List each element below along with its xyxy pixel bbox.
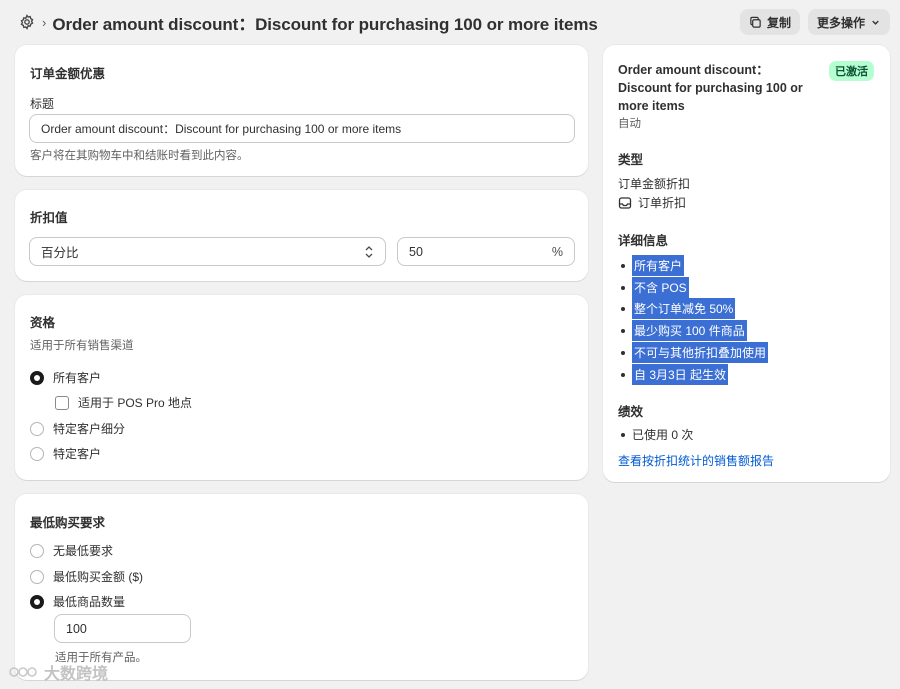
eligibility-heading: 资格 — [30, 316, 56, 330]
detail-item: 不含 POS — [618, 277, 689, 298]
pos-pro-checkbox-row[interactable]: 适用于 POS Pro 地点 — [55, 394, 192, 411]
title-field-label: 标题 — [30, 97, 55, 111]
settings-gear-icon[interactable] — [18, 13, 36, 31]
min-option-amount[interactable]: 最低购买金额 ($) — [30, 568, 143, 585]
order-discount-icon — [618, 196, 632, 209]
discount-value-card: 折扣值 百分比 50 % — [15, 190, 588, 281]
radio-unselected[interactable] — [30, 421, 44, 436]
option-label: 最低购买金额 ($) — [53, 570, 144, 584]
copy-button-label: 复制 — [766, 15, 791, 30]
title-card: 订单金额优惠 标题 Order amount discount：Discount… — [15, 45, 588, 176]
title-help-text: 客户将在其购物车中和结账时看到此内容。 — [30, 150, 249, 162]
performance-heading: 绩效 — [618, 405, 644, 419]
usage-item: 已使用 0 次 — [618, 426, 693, 443]
radio-unselected[interactable] — [30, 569, 44, 584]
percent-suffix: % — [551, 244, 563, 259]
option-label: 所有客户 — [53, 371, 102, 385]
min-quantity-value: 100 — [66, 621, 87, 636]
detail-item: 不可与其他折扣叠加使用 — [618, 342, 769, 363]
sales-report-link[interactable]: 查看按折扣统计的销售额报告 — [618, 452, 774, 469]
details-heading: 详细信息 — [618, 234, 669, 248]
detail-text: 不含 POS — [632, 277, 689, 298]
option-label: 最低商品数量 — [53, 595, 126, 609]
radio-unselected[interactable] — [30, 543, 44, 558]
summary-method: 自动 — [618, 118, 641, 130]
discount-amount-value: 50 — [409, 244, 423, 259]
title-input[interactable]: Order amount discount：Discount for purch… — [29, 114, 575, 143]
radio-selected[interactable] — [30, 370, 44, 385]
type-heading: 类型 — [618, 153, 644, 167]
detail-text: 自 3月3日 起生效 — [632, 364, 729, 385]
eligibility-option-all-customers[interactable]: 所有客户 — [30, 369, 101, 386]
title-card-heading: 订单金额优惠 — [30, 67, 106, 81]
chevron-down-icon — [872, 20, 879, 25]
watermark: 大数跨境 — [8, 660, 108, 684]
usage-text: 已使用 0 次 — [632, 428, 694, 442]
min-option-quantity[interactable]: 最低商品数量 — [30, 593, 125, 610]
option-label: 无最低要求 — [53, 544, 114, 558]
watermark-text: 大数跨境 — [44, 666, 109, 683]
option-label: 特定客户细分 — [53, 422, 126, 436]
type-sub-row: 订单折扣 — [618, 194, 686, 211]
min-quantity-input[interactable]: 100 — [54, 614, 191, 643]
discount-amount-input[interactable]: 50 % — [397, 237, 575, 266]
pos-pro-label: 适用于 POS Pro 地点 — [78, 396, 193, 410]
select-arrows-icon — [365, 245, 373, 258]
eligibility-option-specific[interactable]: 特定客户 — [30, 445, 101, 462]
detail-item: 最少购买 100 件商品 — [618, 320, 747, 341]
more-actions-label: 更多操作 — [816, 15, 865, 30]
breadcrumb-chevron-icon: › — [42, 14, 47, 30]
summary-title: Order amount discount：Discount for purch… — [618, 63, 803, 113]
detail-text: 不可与其他折扣叠加使用 — [632, 342, 769, 363]
eligibility-option-segments[interactable]: 特定客户细分 — [30, 420, 125, 437]
radio-selected[interactable] — [30, 594, 44, 609]
copy-button[interactable]: 复制 — [739, 9, 800, 35]
detail-item: 整个订单减免 50% — [618, 298, 736, 319]
eligibility-subtext: 适用于所有销售渠道 — [30, 340, 134, 352]
min-option-none[interactable]: 无最低要求 — [30, 542, 113, 559]
more-actions-button[interactable]: 更多操作 — [807, 9, 890, 35]
eligibility-card: 资格 适用于所有销售渠道 所有客户 适用于 POS Pro 地点 特定客户细分 … — [15, 295, 588, 480]
page-title: Order amount discount：Discount for purch… — [52, 14, 598, 34]
type-value: 订单金额折扣 — [618, 177, 691, 191]
detail-text: 所有客户 — [632, 255, 685, 276]
detail-text: 整个订单减免 50% — [632, 298, 736, 319]
discount-value-heading: 折扣值 — [30, 211, 68, 225]
page-header: › Order amount discount：Discount for pur… — [0, 0, 900, 44]
detail-text: 最少购买 100 件商品 — [632, 320, 747, 341]
title-input-value: Order amount discount：Discount for purch… — [41, 122, 402, 136]
detail-item: 所有客户 — [618, 255, 685, 276]
discount-type-select[interactable]: 百分比 — [29, 237, 386, 266]
discount-type-selected: 百分比 — [41, 246, 79, 260]
type-sub-label: 订单折扣 — [638, 196, 687, 210]
radio-unselected[interactable] — [30, 446, 44, 461]
detail-item: 自 3月3日 起生效 — [618, 364, 729, 385]
watermark-logo-icon — [9, 667, 37, 677]
minimum-requirements-card: 最低购买要求 无最低要求 最低购买金额 ($) 最低商品数量 100 适用于所有… — [15, 494, 588, 680]
option-label: 特定客户 — [53, 447, 102, 461]
status-badge: 已激活 — [829, 61, 874, 81]
pos-pro-checkbox[interactable] — [55, 395, 69, 410]
minimum-heading: 最低购买要求 — [30, 516, 106, 530]
copy-icon — [750, 16, 761, 28]
